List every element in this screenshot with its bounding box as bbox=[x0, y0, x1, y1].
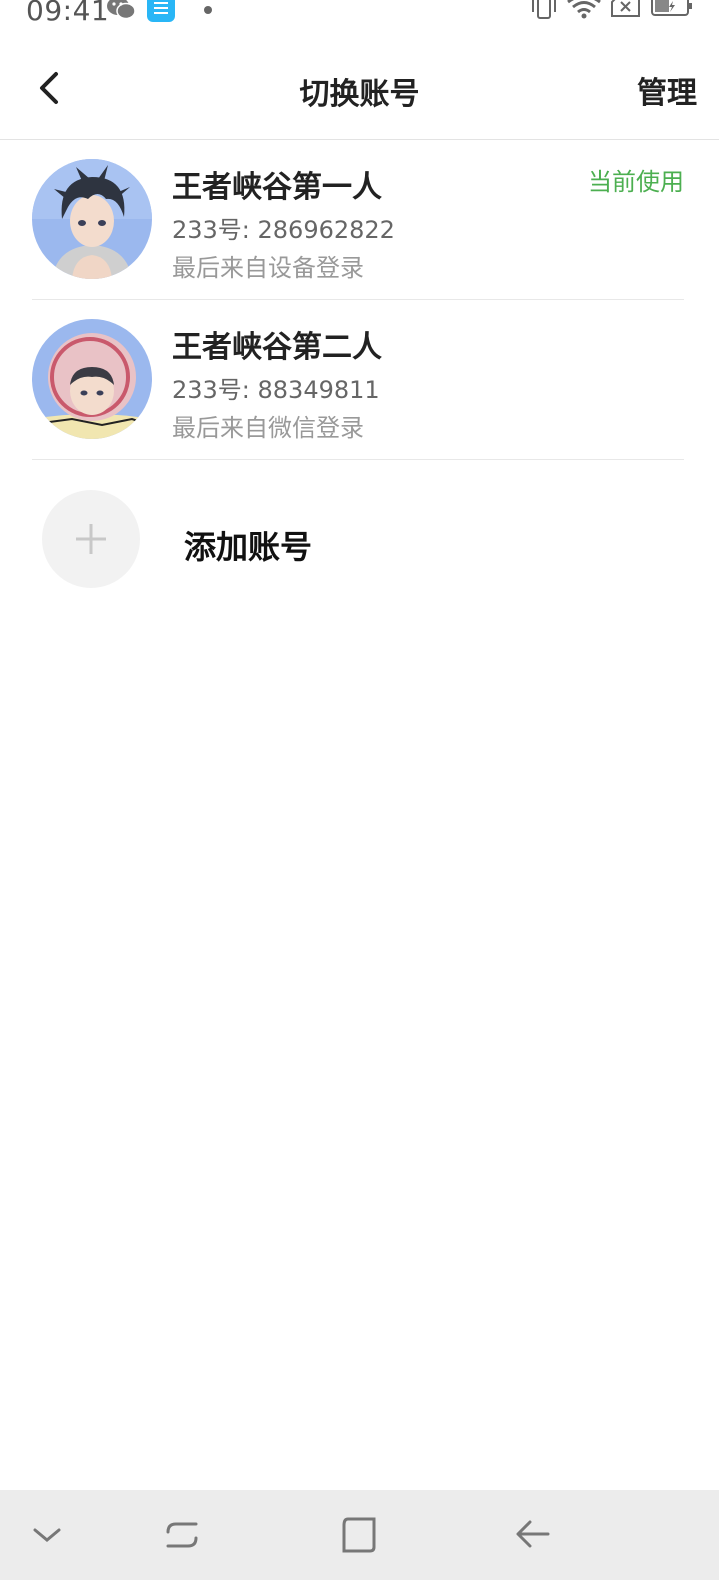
status-bar: 09:41 bbox=[0, 0, 719, 27]
add-account-button[interactable]: 添加账号 bbox=[32, 480, 684, 600]
top-app-bar: 切换账号 管理 bbox=[0, 40, 719, 140]
account-id: 233号: 286962822 bbox=[172, 216, 395, 244]
page-title: 切换账号 bbox=[299, 77, 420, 112]
account-id: 233号: 88349811 bbox=[172, 376, 380, 404]
manage-button[interactable]: 管理 bbox=[637, 68, 697, 112]
account-login-source: 最后来自设备登录 bbox=[172, 254, 364, 282]
plus-icon bbox=[76, 524, 106, 554]
account-item-2[interactable]: 王者峡谷第二人 233号: 88349811 最后来自微信登录 bbox=[32, 300, 684, 460]
sim-x-icon bbox=[611, 0, 640, 17]
account-login-source: 最后来自微信登录 bbox=[172, 414, 364, 442]
battery-icon bbox=[651, 0, 692, 16]
wechat-icon bbox=[107, 0, 136, 20]
chevron-down-icon[interactable] bbox=[22, 1510, 72, 1560]
account-item-1[interactable]: 王者峡谷第一人 233号: 286962822 最后来自设备登录 当前使用 bbox=[32, 140, 684, 300]
status-time: 09:41 bbox=[26, 0, 110, 27]
avatar bbox=[32, 319, 152, 439]
account-name: 王者峡谷第一人 bbox=[172, 170, 382, 205]
add-account-label: 添加账号 bbox=[184, 528, 313, 566]
vibrate-icon bbox=[532, 0, 556, 19]
account-name: 王者峡谷第二人 bbox=[172, 330, 382, 365]
home-icon[interactable] bbox=[332, 1510, 382, 1560]
add-account-circle[interactable] bbox=[42, 490, 140, 588]
dot-icon bbox=[204, 6, 212, 14]
recent-apps-icon[interactable] bbox=[156, 1510, 206, 1560]
current-account-badge: 当前使用 bbox=[588, 168, 684, 196]
system-nav-bar bbox=[0, 1490, 719, 1580]
notes-app-icon bbox=[147, 0, 175, 22]
back-arrow-icon[interactable] bbox=[508, 1510, 558, 1560]
avatar bbox=[32, 159, 152, 279]
wifi-icon bbox=[567, 0, 601, 19]
